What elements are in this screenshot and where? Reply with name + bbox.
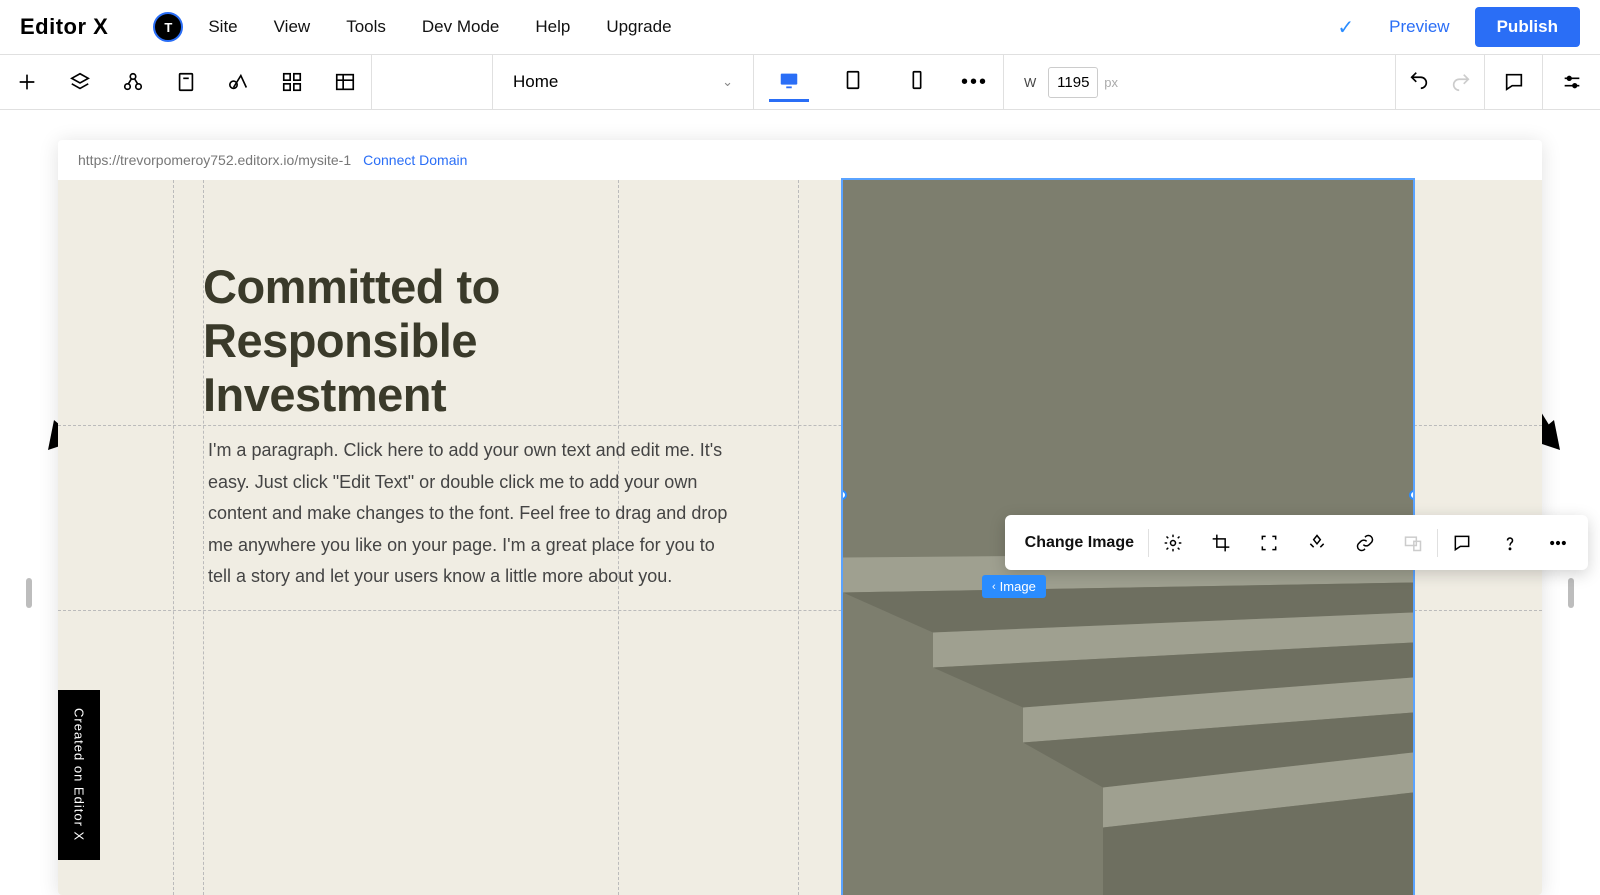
site-url: https://trevorpomeroy752.editorx.io/mysi… (78, 152, 351, 168)
breakpoint-more[interactable]: ••• (961, 71, 988, 94)
link-button[interactable] (1341, 515, 1389, 570)
breakpoint-desktop[interactable] (769, 62, 809, 102)
connect-domain-link[interactable]: Connect Domain (363, 152, 467, 168)
preview-link[interactable]: Preview (1389, 17, 1449, 37)
breadcrumb-label: Image (1000, 579, 1036, 594)
layers-button[interactable] (53, 55, 106, 109)
width-control: W px (1004, 55, 1138, 109)
breakpoint-mobile[interactable] (897, 62, 937, 102)
menu-site[interactable]: Site (208, 17, 237, 37)
page-selector-label: Home (513, 72, 558, 92)
masters-button[interactable] (106, 55, 159, 109)
resize-handle-right[interactable] (1409, 490, 1413, 500)
change-image-button[interactable]: Change Image (1011, 515, 1148, 570)
grid-guide (173, 180, 174, 895)
toolbar: Home ⌄ ••• W px (0, 55, 1600, 110)
grid-guide (798, 180, 799, 895)
publish-button[interactable]: Publish (1475, 7, 1580, 47)
canvas-resize-handle-right[interactable] (1568, 578, 1574, 608)
autosave-check-icon: ✓ (1337, 15, 1354, 40)
selection-breadcrumb-chip[interactable]: ‹ Image (982, 575, 1046, 598)
chevron-left-icon: ‹ (992, 581, 996, 593)
width-label: W (1024, 75, 1036, 90)
theme-button[interactable] (212, 55, 265, 109)
cms-button[interactable] (318, 55, 371, 109)
image-settings-button[interactable] (1149, 515, 1197, 570)
settings-button[interactable] (1542, 55, 1600, 109)
more-button[interactable] (1534, 515, 1582, 570)
url-bar: https://trevorpomeroy752.editorx.io/mysi… (58, 140, 1542, 180)
add-element-button[interactable] (0, 55, 53, 109)
crop-button[interactable] (1197, 515, 1245, 570)
hero-heading[interactable]: Committed toResponsibleInvestment (203, 260, 500, 422)
menu-upgrade[interactable]: Upgrade (606, 17, 671, 37)
redo-button[interactable] (1450, 55, 1472, 109)
page-selector[interactable]: Home ⌄ (493, 55, 753, 109)
menu-view[interactable]: View (274, 17, 311, 37)
help-button[interactable] (1486, 515, 1534, 570)
focal-point-button[interactable] (1245, 515, 1293, 570)
animation-button[interactable] (1293, 515, 1341, 570)
menu-tools[interactable]: Tools (346, 17, 386, 37)
editor-stage: https://trevorpomeroy752.editorx.io/mysi… (0, 110, 1600, 895)
image-floating-toolbar: Change Image (1005, 515, 1588, 570)
responsive-button[interactable] (1389, 515, 1437, 570)
width-input[interactable] (1048, 67, 1098, 98)
avatar[interactable]: T (153, 12, 183, 42)
created-on-editorx-badge: Created on Editor X (58, 690, 100, 860)
menu-dev-mode[interactable]: Dev Mode (422, 17, 499, 37)
chevron-down-icon: ⌄ (722, 74, 733, 90)
pages-button[interactable] (159, 55, 212, 109)
undo-button[interactable] (1408, 69, 1430, 96)
image-comments-button[interactable] (1438, 515, 1486, 570)
main-menu: Site View Tools Dev Mode Help Upgrade (208, 17, 671, 37)
top-menubar: Editor X T Site View Tools Dev Mode Help… (0, 0, 1600, 55)
hero-paragraph[interactable]: I'm a paragraph. Click here to add your … (208, 435, 738, 593)
width-unit: px (1104, 75, 1118, 90)
breakpoint-group: ••• (754, 55, 1003, 109)
apps-button[interactable] (265, 55, 318, 109)
brand-logo: Editor X (20, 14, 108, 40)
menu-help[interactable]: Help (535, 17, 570, 37)
canvas-resize-handle-left[interactable] (26, 578, 32, 608)
comments-button[interactable] (1484, 55, 1542, 109)
breakpoint-tablet[interactable] (833, 62, 873, 102)
